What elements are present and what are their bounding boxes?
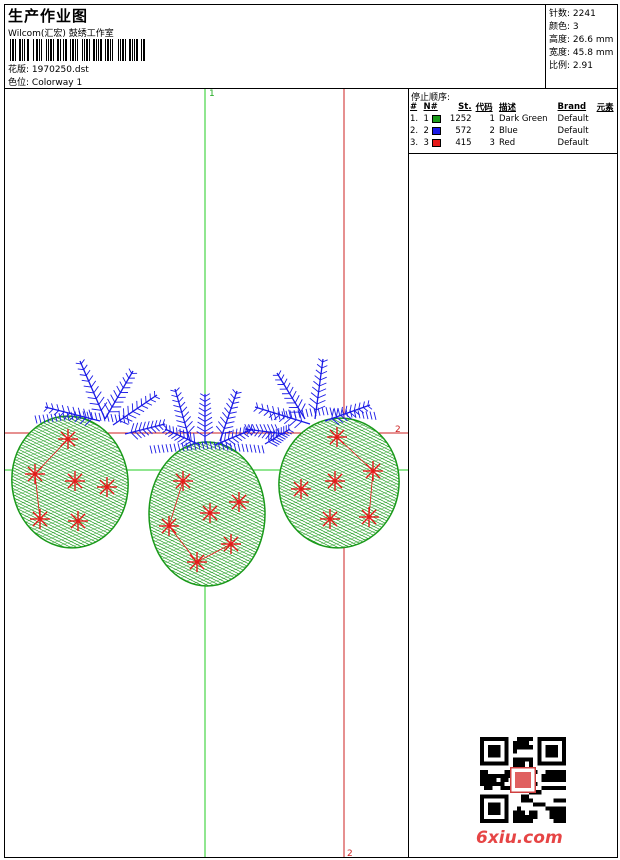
col-code: 代码	[475, 103, 493, 113]
design-file-line: 花版: 1970250.dst	[8, 62, 89, 75]
strawberry-1	[5, 408, 137, 556]
table-row: 2. 2 572 2 Blue Default	[410, 126, 589, 136]
strawberry-2	[148, 441, 266, 587]
design-file-label: 花版:	[8, 65, 30, 75]
site-logo: 6xiu.com	[476, 828, 563, 848]
stat-width: 宽度: 45.8 mm	[549, 48, 614, 58]
colorway-line: 色位: Colorway 1	[8, 75, 82, 88]
stats-panel: 针数: 2241 颜色: 3 高度: 26.6 mm 宽度: 45.8 mm 比…	[545, 5, 617, 88]
stat-colors: 颜色: 3	[549, 22, 579, 32]
color-swatch	[431, 126, 441, 135]
col-desc: 描述	[498, 103, 516, 113]
embroidery-preview: 1 2 2	[5, 89, 408, 857]
barcode	[10, 39, 145, 61]
stop-sequence-table: # N# St. 代码 描述 Brand 元素 1. 1 1252 1 Dark…	[408, 101, 618, 149]
design-file-value: 1970250.dst	[31, 65, 89, 75]
company-name: Wilcom(汇宏) 鼓绣工作室	[8, 29, 114, 39]
colorway-label: 色位:	[8, 78, 30, 88]
col-stitches: St.	[458, 102, 472, 112]
table-header-row: # N# St. 代码 描述 Brand 元素	[408, 101, 618, 113]
table-bottom-rule	[408, 153, 618, 154]
col-brand: Brand	[557, 102, 587, 112]
col-needle: N#	[423, 102, 438, 112]
stat-height: 高度: 26.6 mm	[549, 35, 614, 45]
color-swatch	[431, 114, 441, 123]
guide-marker-v1: 1	[209, 89, 215, 99]
table-row: 3. 3 415 3 Red Default	[410, 138, 589, 148]
panel-divider	[408, 89, 409, 857]
table-row: 1. 1 1252 1 Dark Green Default	[410, 114, 589, 124]
page-title: 生产作业图	[8, 7, 89, 25]
guide-marker-v2: 2	[347, 849, 353, 857]
col-num: #	[410, 102, 418, 112]
stat-scale: 比例: 2.91	[549, 61, 593, 71]
col-element: 元素	[596, 103, 614, 113]
stat-stitches: 针数: 2241	[549, 9, 596, 19]
color-swatch	[431, 138, 441, 147]
qr-code	[480, 737, 566, 823]
colorway-value: Colorway 1	[31, 78, 83, 88]
strawberry-3	[270, 410, 408, 556]
guide-marker-h2: 2	[395, 425, 401, 435]
header-info: 生产作业图 Wilcom(汇宏) 鼓绣工作室 花版: 1970250.dst 色…	[5, 5, 545, 88]
